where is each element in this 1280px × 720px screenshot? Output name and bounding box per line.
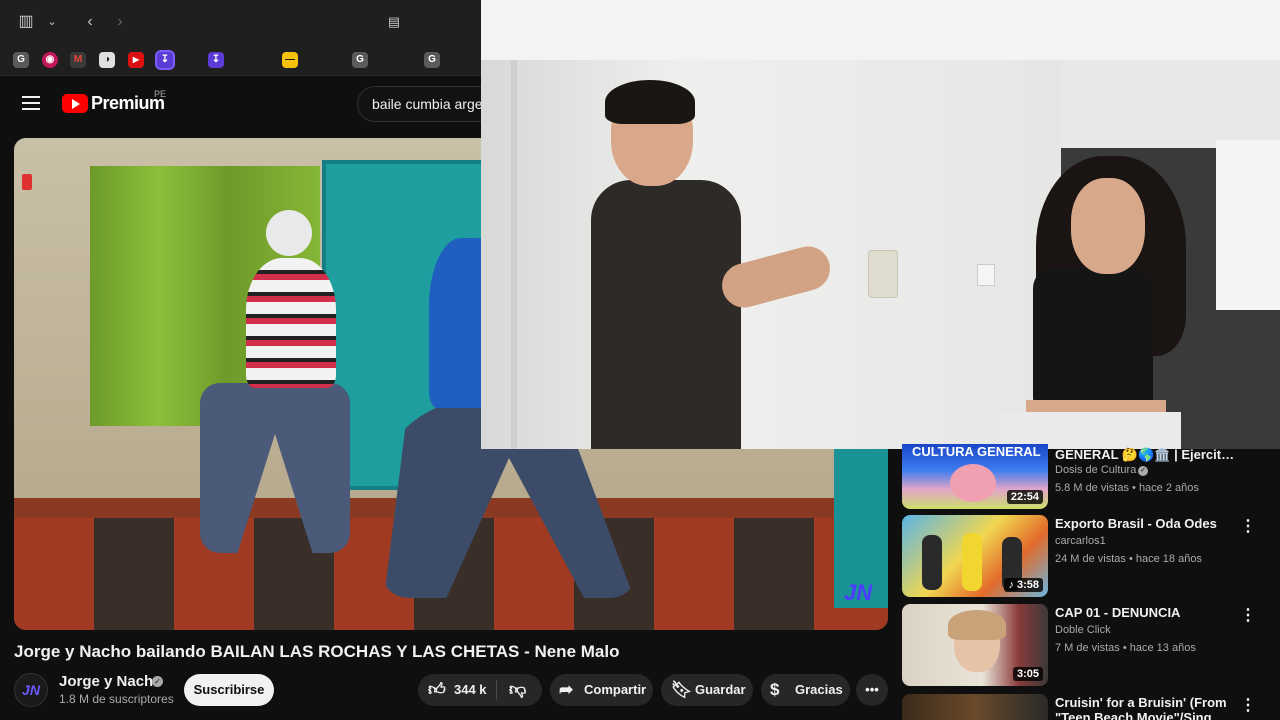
recommendation-channel[interactable]: Doble Click [1055,624,1111,636]
subscriber-count: 1.8 M de suscriptores [59,692,174,706]
recommendation-meta: 24 M de vistas • hace 18 años [1055,553,1202,565]
recommendation-channel[interactable]: carcarlos1 [1055,535,1106,547]
video-thumbnail[interactable]: ♪ 3:58 [902,515,1048,597]
like-count[interactable]: 344 k [454,674,487,706]
overlay-camera-feed [481,0,1280,449]
duration-badge: ♪ 3:58 [1004,578,1043,592]
subscribe-button[interactable]: Suscribirse [184,674,274,706]
tab-favicon[interactable]: ◑ [99,52,115,68]
thumbs-down-icon[interactable]: 👎︎ [509,674,526,706]
tab-favicon[interactable]: ↧ [208,52,224,68]
channel-avatar[interactable]: JN [14,673,48,707]
sidebar-toggle-icon[interactable]: ▥ [14,10,38,34]
duration-badge: 3:05 [1012,667,1043,681]
recommendation-meta: 5.8 M de vistas • hace 2 años [1055,482,1199,494]
recommendation-channel[interactable]: Dosis de Cultura [1055,464,1136,476]
share-label: Compartir [584,682,647,697]
more-icon: ••• [865,682,879,697]
tab-favicon[interactable]: ↧ [155,50,175,70]
tab-favicon[interactable]: G [13,52,29,68]
recommendation-title-line-2[interactable]: "Teen Beach Movie"/Sing... [1055,709,1235,720]
recommendation-item[interactable]: 3:05 CAP 01 - DENUNCIA ⋮ Doble Click 7 M… [902,604,1272,688]
verified-icon: ✓ [1138,466,1148,476]
recommendation-title[interactable]: Exporto Brasil - Oda Odes [1055,515,1235,532]
thanks-label: Gracias [795,682,843,697]
tab-favicon[interactable]: ▶ [128,52,144,68]
recommendation-item[interactable]: Cruisin' for a Bruisin' (From "Teen Beac… [902,694,1272,720]
share-button[interactable]: ➦ Compartir [550,674,653,706]
more-options-icon[interactable]: ⋮ [1240,696,1256,716]
screen: ▥ ⌄ ‹ › ▤ G ◉ M ◑ ▶ ↧ ↧ — G G Premium PE… [0,0,1280,720]
reader-icon[interactable]: ▤ [382,10,406,34]
duration-badge: 22:54 [1006,490,1043,504]
more-options-icon[interactable]: ⋮ [1240,606,1256,626]
tab-favicon[interactable]: M [70,52,86,68]
share-icon: ➦ [559,680,574,699]
recommendation-title[interactable]: GENERAL 🤔🌎🏛️ | Ejercita t... [1055,446,1235,463]
tab-favicon[interactable]: G [424,52,440,68]
thumbnail-text: CULTURA GENERAL [912,444,1041,459]
video-title: Jorge y Nacho bailando BAILAN LAS ROCHAS… [14,642,620,661]
tab-favicon[interactable]: ◉ [42,52,58,68]
verified-icon: ✓ [152,676,163,687]
tab-favicon[interactable]: G [352,52,368,68]
save-button[interactable]: 🔖︎ Guardar [661,674,753,706]
like-dislike-group: 👍︎ 344 k 👎︎ [418,674,542,706]
thumbs-up-icon[interactable]: 👍︎ [428,674,446,706]
youtube-logo[interactable]: Premium [62,93,165,114]
youtube-play-icon [62,94,88,113]
recommendation-title[interactable]: CAP 01 - DENUNCIA [1055,604,1235,621]
forward-icon[interactable]: › [108,10,132,34]
back-icon[interactable]: ‹ [78,10,102,34]
bookmark-icon: 🔖︎ [671,680,693,699]
recommendation-meta: 7 M de vistas • hace 13 años [1055,642,1196,654]
video-thumbnail[interactable]: 3:05 [902,604,1048,686]
chevron-down-icon[interactable]: ⌄ [40,10,64,34]
thanks-button[interactable]: $ Gracias [761,674,850,706]
channel-name[interactable]: Jorge y Nacho [59,673,162,690]
country-code: PE [154,89,167,99]
channel-watermark: JN [844,580,873,605]
video-thumbnail[interactable] [902,694,1048,720]
recommendation-item[interactable]: ♪ 3:58 Exporto Brasil - Oda Odes ⋮ carca… [902,515,1272,599]
tab-favicon[interactable]: — [282,52,298,68]
save-label: Guardar [695,682,746,697]
more-actions-button[interactable]: ••• [856,674,888,706]
menu-icon[interactable] [22,96,40,110]
more-options-icon[interactable]: ⋮ [1240,517,1256,537]
thanks-icon: $ [770,680,780,699]
video-thumbnail[interactable]: CULTURA GENERAL 22:54 [902,444,1048,509]
